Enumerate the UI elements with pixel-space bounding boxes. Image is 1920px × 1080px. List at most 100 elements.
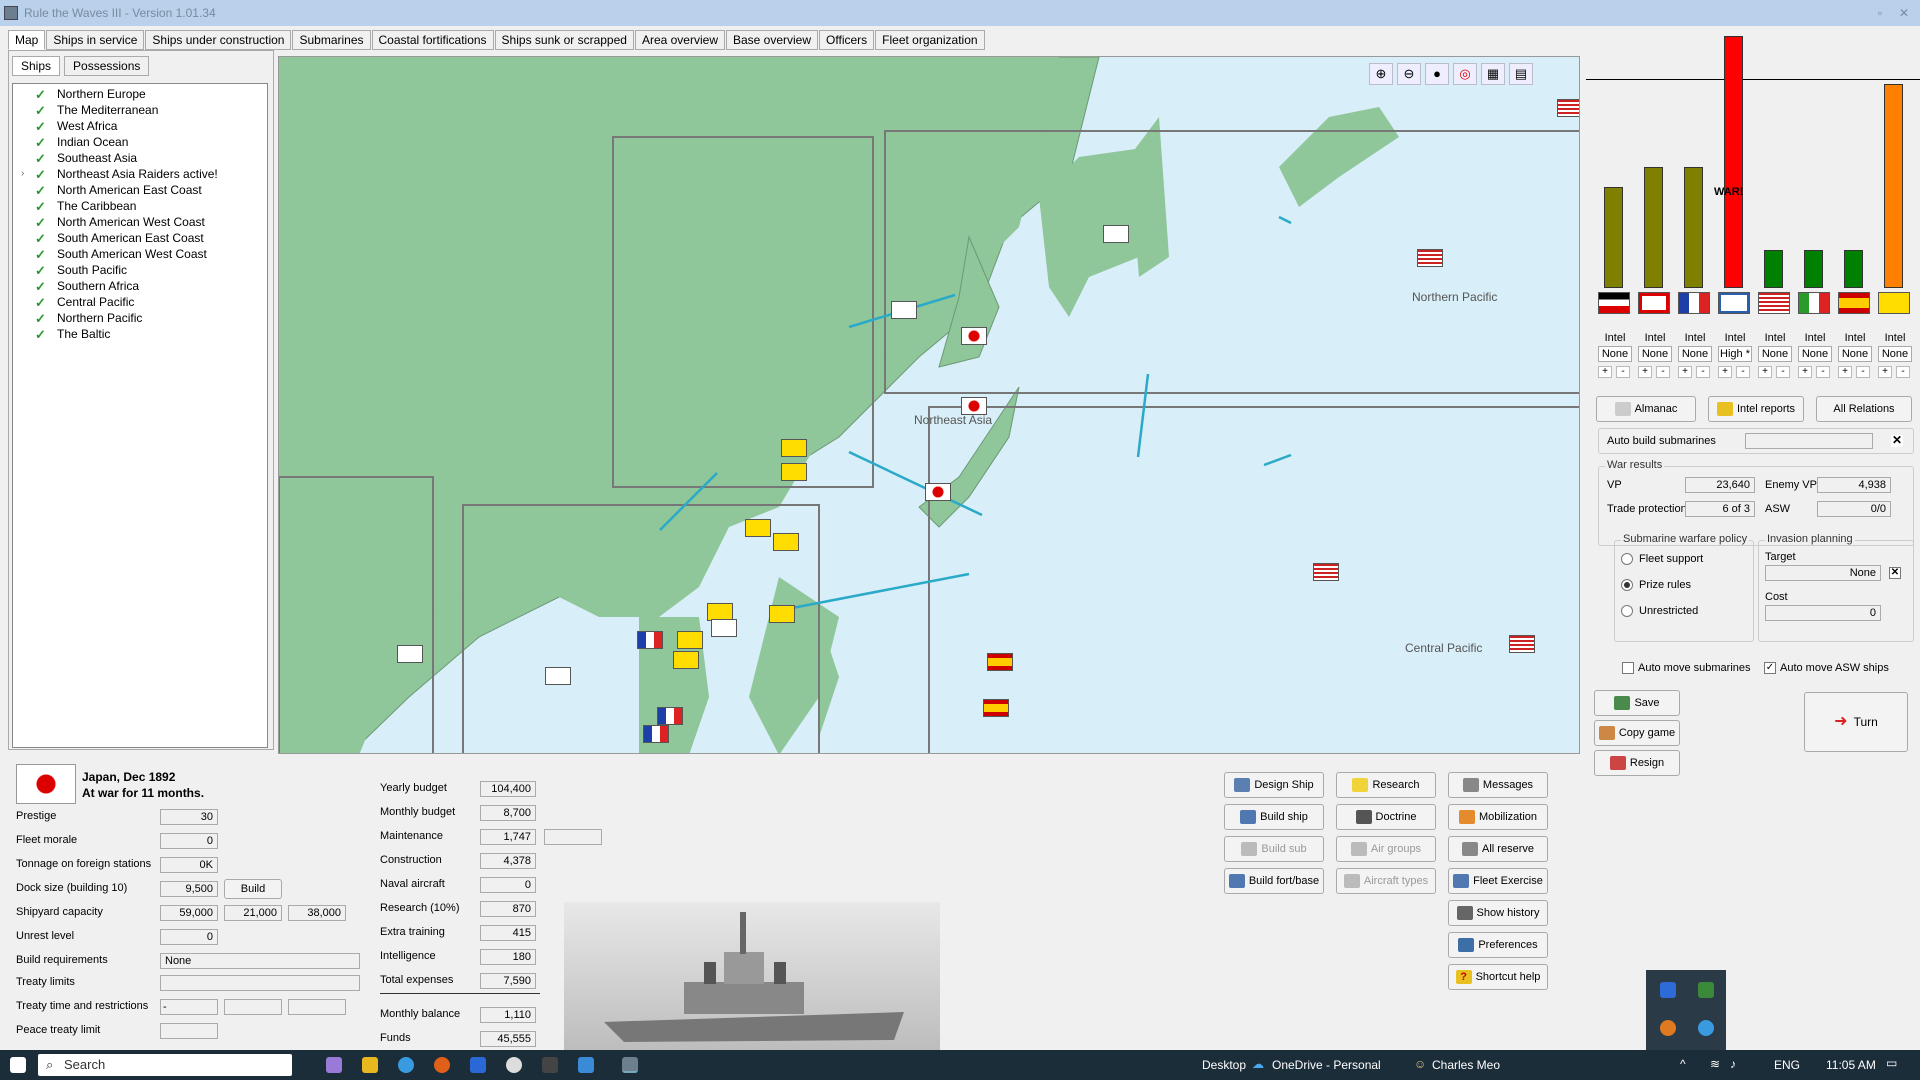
- intel-decrease-button[interactable]: -: [1896, 366, 1910, 378]
- intel-decrease-button[interactable]: -: [1656, 366, 1670, 378]
- spanish-base-icon[interactable]: [987, 653, 1013, 671]
- tab-submarines[interactable]: Submarines: [292, 30, 371, 50]
- tab-area-overview[interactable]: Area overview: [634, 30, 725, 50]
- tree-item[interactable]: ✓ North American West Coast: [13, 214, 267, 230]
- auto-move-asw-checkbox[interactable]: ✓: [1764, 662, 1776, 674]
- chinese-fleet-icon[interactable]: [773, 533, 799, 551]
- almanac-button[interactable]: Almanac: [1596, 396, 1696, 422]
- intel-decrease-button[interactable]: -: [1616, 366, 1630, 378]
- map-grid-icon[interactable]: ▤: [1509, 63, 1533, 85]
- chinese-fleet-icon[interactable]: [781, 439, 807, 457]
- zoom-in-icon[interactable]: ⊕: [1369, 63, 1393, 85]
- tab-fleet-organization[interactable]: Fleet organization: [875, 30, 985, 50]
- intel-increase-button[interactable]: +: [1718, 366, 1732, 378]
- language-indicator[interactable]: ENG: [1774, 1058, 1800, 1072]
- chinese-fleet-icon[interactable]: [745, 519, 771, 537]
- tree-item[interactable]: › ✓ Northeast Asia Raiders active!: [13, 166, 267, 182]
- aircraft-types-button[interactable]: Aircraft types: [1336, 868, 1436, 894]
- design-ship-button[interactable]: Design Ship: [1224, 772, 1324, 798]
- tree-item[interactable]: ✓ South American East Coast: [13, 230, 267, 246]
- japanese-base-icon[interactable]: [961, 327, 987, 345]
- tree-item[interactable]: ✓ Northern Europe: [13, 86, 267, 102]
- copilot-icon[interactable]: [326, 1057, 342, 1073]
- tree-item[interactable]: ✓ Indian Ocean: [13, 134, 267, 150]
- british-base-icon[interactable]: [711, 619, 737, 637]
- intel-decrease-button[interactable]: -: [1776, 366, 1790, 378]
- clock[interactable]: 11:05 AM: [1826, 1058, 1876, 1072]
- us-fleet-icon[interactable]: [1417, 249, 1443, 267]
- all-relations-button[interactable]: All Relations: [1816, 396, 1912, 422]
- clear-icon[interactable]: ✕: [1891, 434, 1903, 447]
- french-fleet-icon[interactable]: [643, 725, 669, 743]
- mobilization-button[interactable]: Mobilization: [1448, 804, 1548, 830]
- auto-move-subs-checkbox[interactable]: [1622, 662, 1634, 674]
- resign-button[interactable]: Resign: [1594, 750, 1680, 776]
- intel-decrease-button[interactable]: -: [1736, 366, 1750, 378]
- unrestricted-radio[interactable]: [1621, 605, 1633, 617]
- russian-fleet-icon[interactable]: [891, 301, 917, 319]
- french-fleet-icon[interactable]: [637, 631, 663, 649]
- terminal-icon[interactable]: [542, 1057, 558, 1073]
- messages-button[interactable]: Messages: [1448, 772, 1548, 798]
- notification-icon[interactable]: ▭: [1886, 1056, 1897, 1070]
- copy-game-button[interactable]: Copy game: [1594, 720, 1680, 746]
- intel-increase-button[interactable]: +: [1638, 366, 1652, 378]
- wifi-icon[interactable]: ≋: [1710, 1057, 1720, 1071]
- build-ship-button[interactable]: Build ship: [1224, 804, 1324, 830]
- windows-start-icon[interactable]: [10, 1057, 26, 1073]
- chinese-fleet-icon[interactable]: [673, 651, 699, 669]
- prize-rules-radio[interactable]: [1621, 579, 1633, 591]
- user-label[interactable]: Charles Meo: [1432, 1058, 1500, 1072]
- desktop-label[interactable]: Desktop: [1202, 1058, 1246, 1072]
- japanese-base-icon[interactable]: [961, 397, 987, 415]
- auto-build-field[interactable]: [1745, 433, 1873, 449]
- clear-target-icon[interactable]: ✕: [1889, 567, 1901, 579]
- file-explorer-icon[interactable]: [362, 1057, 378, 1073]
- air-groups-button[interactable]: Air groups: [1336, 836, 1436, 862]
- tab-officers[interactable]: Officers: [819, 30, 875, 50]
- tab-coastal-fortifications[interactable]: Coastal fortifications: [371, 30, 494, 50]
- tree-item[interactable]: ✓ West Africa: [13, 118, 267, 134]
- russian-fleet-icon[interactable]: [1103, 225, 1129, 243]
- tree-item[interactable]: ✓ Central Pacific: [13, 294, 267, 310]
- tab-ships-sunk[interactable]: Ships sunk or scrapped: [494, 30, 634, 50]
- intel-decrease-button[interactable]: -: [1856, 366, 1870, 378]
- subtab-possessions[interactable]: Possessions: [64, 56, 150, 76]
- doctrine-button[interactable]: Doctrine: [1336, 804, 1436, 830]
- taskbar-app-icon[interactable]: [470, 1057, 486, 1073]
- chrome-icon[interactable]: [1698, 1020, 1714, 1036]
- subtab-ships[interactable]: Ships: [12, 56, 61, 76]
- tree-item[interactable]: ✓ The Caribbean: [13, 198, 267, 214]
- tree-item[interactable]: ✓ Southeast Asia: [13, 150, 267, 166]
- taskbar-app-icon[interactable]: [578, 1057, 594, 1073]
- target-icon[interactable]: ◎: [1453, 63, 1477, 85]
- show-history-button[interactable]: Show history: [1448, 900, 1548, 926]
- oil-drop-icon[interactable]: ●: [1425, 63, 1449, 85]
- spanish-fleet-icon[interactable]: [983, 699, 1009, 717]
- build-dock-button[interactable]: Build: [224, 879, 282, 899]
- search-box[interactable]: ⌕ Search: [38, 1054, 292, 1076]
- british-base-icon[interactable]: [545, 667, 571, 685]
- tray-app-icon[interactable]: [1660, 1020, 1676, 1036]
- world-map[interactable]: ⊕ ⊖ ● ◎ ▦ ▤ Northeast Asia Northern Paci…: [278, 56, 1580, 754]
- tab-ships-in-service[interactable]: Ships in service: [46, 30, 145, 50]
- all-reserve-button[interactable]: All reserve: [1448, 836, 1548, 862]
- close-icon[interactable]: ✕: [1892, 0, 1916, 26]
- zoom-out-icon[interactable]: ⊖: [1397, 63, 1421, 85]
- rule-the-waves-icon[interactable]: [622, 1057, 638, 1073]
- tree-item[interactable]: ✓ The Mediterranean: [13, 102, 267, 118]
- shield-icon[interactable]: [1698, 982, 1714, 998]
- fleet-support-radio[interactable]: [1621, 553, 1633, 565]
- chinese-fleet-icon[interactable]: [677, 631, 703, 649]
- us-fleet-icon[interactable]: [1557, 99, 1579, 117]
- intel-decrease-button[interactable]: -: [1816, 366, 1830, 378]
- research-button[interactable]: Research: [1336, 772, 1436, 798]
- chinese-fleet-icon[interactable]: [769, 605, 795, 623]
- intel-increase-button[interactable]: +: [1758, 366, 1772, 378]
- chevron-up-icon[interactable]: ^: [1680, 1057, 1686, 1071]
- intel-increase-button[interactable]: +: [1798, 366, 1812, 378]
- tree-item[interactable]: ✓ Southern Africa: [13, 278, 267, 294]
- build-sub-button[interactable]: Build sub: [1224, 836, 1324, 862]
- build-fort-button[interactable]: Build fort/base: [1224, 868, 1324, 894]
- intel-increase-button[interactable]: +: [1678, 366, 1692, 378]
